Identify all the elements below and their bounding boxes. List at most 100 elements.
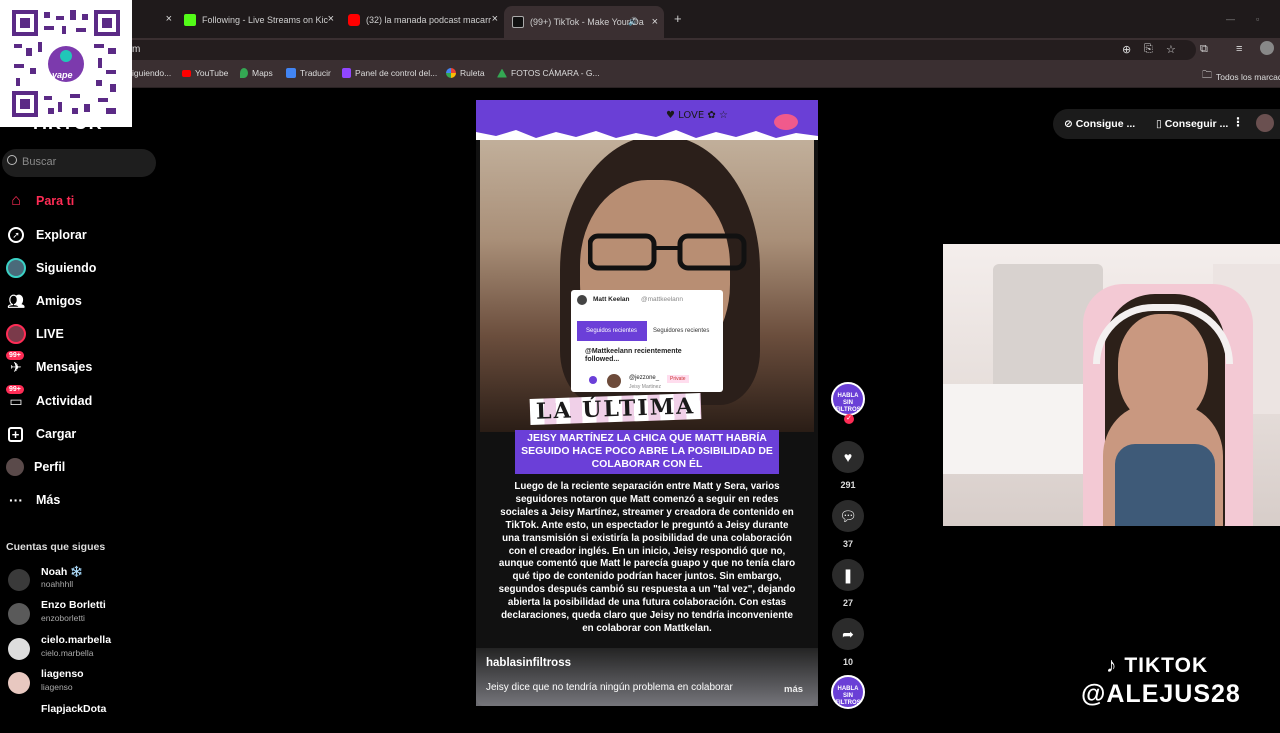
bookmark-item[interactable]: Panel de control del... [342, 68, 437, 78]
yape-label: yape [52, 70, 73, 80]
comment-count: 37 [842, 539, 853, 549]
bed [943, 384, 1083, 474]
avatar [8, 638, 30, 660]
tab-title: (32) la manada podcast macarr [366, 15, 492, 25]
translate-icon [286, 68, 296, 78]
url-input[interactable]: m [96, 40, 1196, 60]
close-tab-icon[interactable]: × [166, 13, 172, 25]
activity-badge: 99+ [6, 385, 24, 394]
youtube-icon [182, 69, 191, 77]
bookmark-item[interactable]: iguiendo... [132, 68, 171, 78]
more-options-icon[interactable]: ⋮ [1232, 115, 1244, 129]
nav-item-explorar[interactable]: ➚ Explorar [6, 222, 87, 248]
bookmark-item[interactable]: YouTube [182, 68, 228, 78]
nav-item-para-ti[interactable]: ⌂ Para ti [6, 188, 74, 214]
all-bookmarks[interactable]: 🗀 Todos los marcad [1202, 68, 1280, 85]
bookmark-item[interactable]: FOTOS CÁMARA - G... [497, 68, 600, 78]
followed-account[interactable]: Enzo Borletti enzoborletti [8, 599, 158, 629]
live-icon [6, 324, 26, 344]
followed-account[interactable]: liagenso liagenso [8, 668, 158, 698]
tab-seguidores: Seguidores recientes [653, 328, 710, 334]
qr-code-icon [10, 8, 122, 119]
music-disc[interactable]: HABLA SIN FILTROS [831, 675, 865, 709]
webcam-overlay [943, 244, 1280, 526]
nav-item-perfil[interactable]: Perfil [6, 454, 65, 480]
avatar [577, 295, 587, 305]
streamer-top [1115, 444, 1215, 526]
avatar [607, 374, 621, 388]
glasses-shape [588, 233, 747, 271]
more-button[interactable]: más [784, 684, 803, 695]
nav-item-mas[interactable]: ··· Más [6, 487, 60, 513]
nav-item-mensajes[interactable]: ✈ 99+ Mensajes [6, 351, 92, 380]
radio-icon [589, 376, 597, 384]
video-body-text: Luego de la reciente separación entre Ma… [498, 481, 796, 634]
user-avatar[interactable] [1256, 114, 1274, 132]
get-coins-button[interactable]: ⊘ Consigue ... [1064, 118, 1135, 130]
like-count: 291 [840, 480, 856, 490]
save-count: 27 [842, 598, 853, 608]
folder-icon: 🗀 [1202, 70, 1212, 81]
profile-avatar[interactable] [1260, 41, 1274, 55]
svg-text:♥ LOVE ✿ ☆: ♥ LOVE ✿ ☆ [666, 110, 728, 121]
extensions-icon[interactable]: ⧉ [1200, 43, 1208, 56]
nav-item-actividad[interactable]: ▭ 99+ Actividad [6, 385, 92, 414]
followed-account[interactable]: Noah ❄️ noahhhll [8, 565, 158, 595]
twitch-icon [342, 68, 351, 78]
browser-tab[interactable]: × [136, 8, 172, 32]
tab-seguidos: Seguidos recientes [577, 321, 647, 341]
doodles-icon: ♥ LOVE ✿ ☆ [476, 110, 818, 140]
maximize-icon[interactable]: ▫ [1256, 14, 1259, 24]
comment-button[interactable]: 💬︎ [832, 500, 864, 532]
avatar [8, 569, 30, 591]
browser-tab-youtube[interactable]: (32) la manada podcast macarr × [348, 8, 498, 32]
nav-item-cargar[interactable]: + Cargar [6, 421, 76, 447]
creator-avatar[interactable]: HABLA SIN FILTROS [831, 382, 865, 416]
bookmark-item[interactable]: Maps [240, 68, 273, 78]
ruleta-icon [446, 68, 456, 78]
tab-title: (99+) TikTok - Make Your Da [530, 17, 644, 27]
share-icon: ➦ [842, 625, 854, 642]
search-input[interactable]: Buscar [2, 149, 156, 177]
close-tab-icon[interactable]: × [492, 13, 498, 25]
nav-item-siguiendo[interactable]: Siguiendo [6, 255, 96, 281]
media-icon[interactable]: ≡ [1236, 43, 1242, 55]
bookmark-item[interactable]: Ruleta [446, 68, 485, 78]
save-button[interactable]: ❚ [832, 559, 864, 591]
minimize-icon[interactable]: — [1226, 14, 1235, 24]
share-button[interactable]: ➦ [832, 618, 864, 650]
browser-tab-tiktok[interactable]: (99+) TikTok - Make Your Da 🔊 × [504, 6, 664, 38]
zoom-icon[interactable]: ⊕ [1122, 43, 1131, 56]
kick-favicon-icon [184, 14, 196, 26]
browser-tab-kick[interactable]: Following - Live Streams on Kic × [184, 8, 334, 32]
star-icon[interactable]: ☆ [1166, 43, 1176, 56]
bookmark-icon: ❚ [842, 566, 854, 583]
handle-watermark: @ALEJUS28 [1081, 680, 1241, 708]
bookmark-item[interactable]: Traducir [286, 68, 331, 78]
search-icon [7, 155, 17, 165]
like-button[interactable]: ♥ [832, 441, 864, 473]
tiktok-watermark: ♪ TIKTOK [1106, 654, 1209, 677]
get-app-button[interactable]: ▯ Conseguir ... [1156, 118, 1228, 130]
tiktok-icon: ♪ [1106, 654, 1118, 677]
compass-icon: ➚ [8, 227, 24, 243]
close-tab-icon[interactable]: × [328, 13, 334, 25]
following-section-title: Cuentas que sigues [6, 541, 106, 553]
close-tab-icon[interactable]: × [652, 16, 658, 28]
nav-item-amigos[interactable]: 👥︎ Amigos [6, 288, 82, 314]
followed-account[interactable]: cielo.marbella cielo.marbella [8, 634, 158, 664]
followed-account[interactable]: FlapjackDota [8, 703, 158, 733]
avatar [8, 603, 30, 625]
follow-check-icon[interactable]: ✓ [844, 414, 854, 424]
yape-qr-code: yape [0, 0, 132, 127]
nav-item-live[interactable]: LIVE [6, 321, 64, 347]
more-icon: ··· [9, 492, 23, 508]
speaker-icon[interactable]: 🔊 [628, 17, 638, 26]
new-tab-button[interactable]: + [674, 6, 688, 30]
profile-icon [6, 458, 24, 476]
activity-icon: ▭ 99+ [6, 385, 26, 411]
screenshot-card: Matt Keelan @mattkeelann Seguidos recien… [571, 290, 723, 392]
video-author[interactable]: hablasinfiltross [486, 657, 571, 669]
install-icon[interactable]: ⎘ [1144, 43, 1153, 56]
coin-icon: ⊘ [1064, 118, 1076, 130]
